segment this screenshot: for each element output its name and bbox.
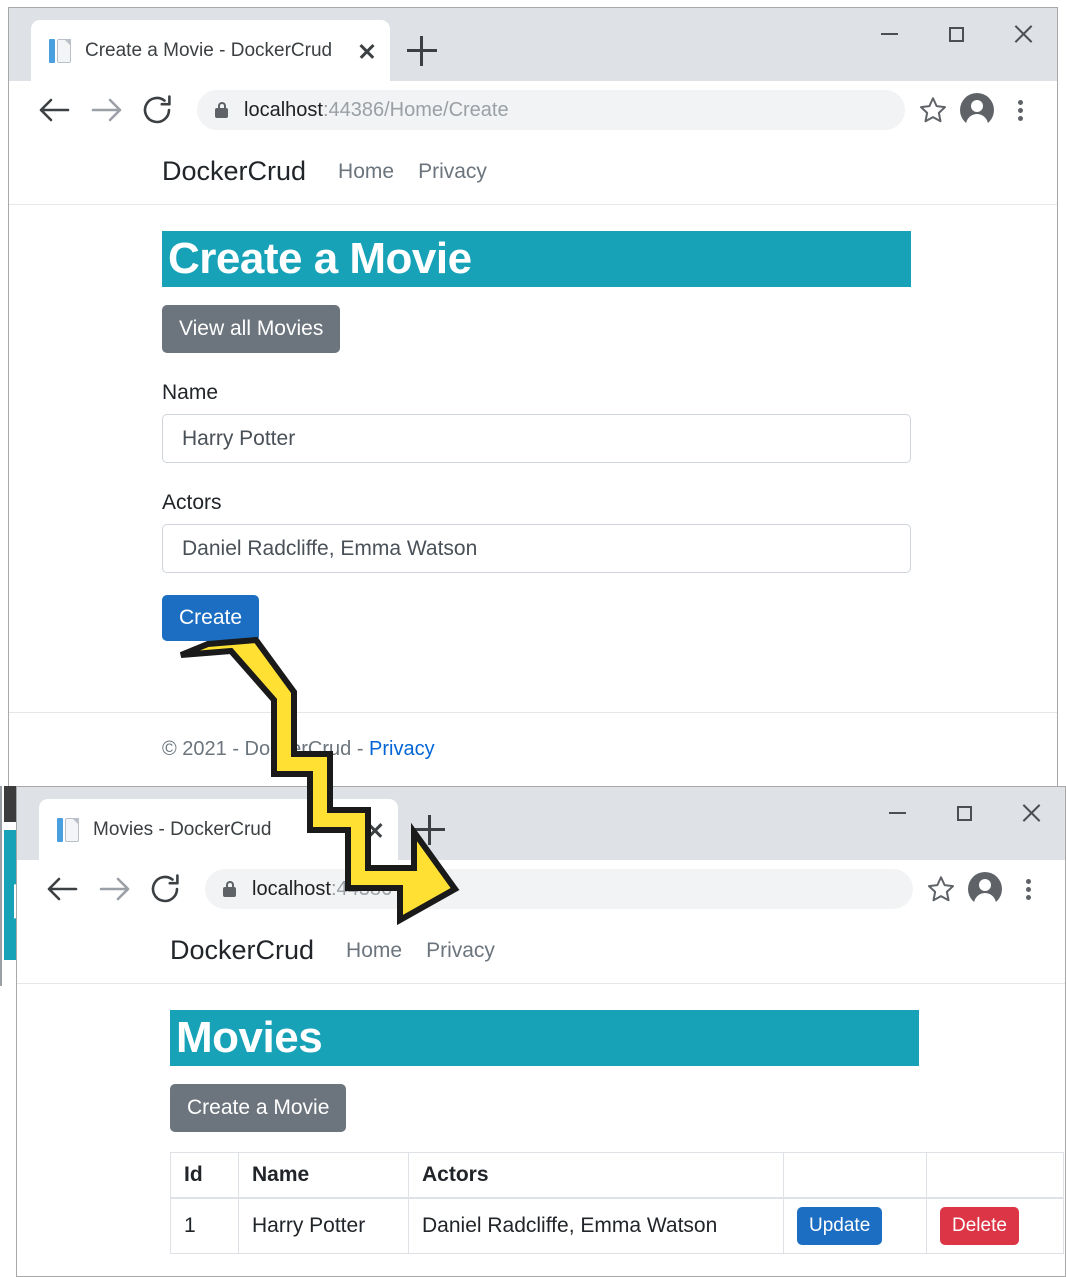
footer-copyright: © 2021 - DockerCrud - <box>162 738 370 760</box>
maximize-icon[interactable] <box>931 787 998 839</box>
avatar-icon[interactable] <box>955 88 999 132</box>
create-a-movie-button[interactable]: Create a Movie <box>170 1084 347 1132</box>
back-arrow-icon[interactable] <box>39 866 85 912</box>
name-input[interactable]: Harry Potter <box>162 414 911 463</box>
browser-window-movies: Movies - DockerCrud localhost:44386 Dock… <box>16 786 1066 1277</box>
update-button[interactable]: Update <box>797 1207 883 1245</box>
nav-link-privacy[interactable]: Privacy <box>418 160 487 184</box>
url-text: localhost:44386 <box>252 878 392 901</box>
url-host: localhost <box>244 98 323 121</box>
site-nav: DockerCrud Home Privacy <box>17 918 1065 984</box>
tab-title: Create a Movie - DockerCrud <box>85 39 333 61</box>
nav-link-home[interactable]: Home <box>338 160 394 184</box>
browser-tab-create[interactable]: Create a Movie - DockerCrud <box>31 20 390 81</box>
browser-window-create: Create a Movie - DockerCrud localhost:44… <box>8 7 1058 800</box>
movies-table: Id Name Actors 1 Harry Potter Daniel Rad… <box>170 1152 1064 1254</box>
column-header-id: Id <box>170 1152 239 1199</box>
plus-icon[interactable] <box>415 815 445 845</box>
cell-delete: Delete <box>926 1197 1064 1254</box>
actors-label: Actors <box>162 491 222 514</box>
browser-toolbar: localhost:44386/Home/Create <box>9 81 1057 139</box>
close-icon[interactable] <box>350 34 384 68</box>
brand-link[interactable]: DockerCrud <box>162 156 306 187</box>
window-controls <box>856 8 1057 60</box>
tab-title: Movies - DockerCrud <box>93 818 272 840</box>
maximize-icon[interactable] <box>923 8 990 60</box>
name-label: Name <box>162 381 219 404</box>
url-path: :44386/Home/Create <box>322 98 509 121</box>
site-nav: DockerCrud Home Privacy <box>9 139 1057 205</box>
plus-icon[interactable] <box>407 36 437 66</box>
minimize-icon[interactable] <box>864 787 931 839</box>
browser-toolbar: localhost:44386 <box>17 860 1065 918</box>
kebab-menu-icon[interactable] <box>1007 867 1051 911</box>
close-icon[interactable] <box>998 787 1065 839</box>
tab-strip: Create a Movie - DockerCrud <box>9 8 1057 81</box>
table-header-row: Id Name Actors <box>170 1152 1064 1199</box>
page-icon <box>49 38 71 64</box>
column-header-delete <box>926 1152 1064 1199</box>
cell-actors: Daniel Radcliffe, Emma Watson <box>408 1197 784 1254</box>
nav-link-home[interactable]: Home <box>346 939 402 963</box>
cell-id: 1 <box>170 1197 239 1254</box>
address-bar[interactable]: localhost:44386 <box>205 869 913 909</box>
url-host: localhost <box>252 877 331 900</box>
forward-arrow-icon[interactable] <box>91 866 137 912</box>
url-path: :44386 <box>330 877 393 900</box>
column-header-update <box>783 1152 927 1199</box>
create-button[interactable]: Create <box>162 595 260 641</box>
lock-icon <box>215 102 228 118</box>
star-icon[interactable] <box>919 867 963 911</box>
reload-icon[interactable] <box>143 866 189 912</box>
close-icon[interactable] <box>990 8 1057 60</box>
page-title: Movies <box>176 1013 323 1062</box>
page-movies: DockerCrud Home Privacy Movies Create a … <box>17 918 1065 1254</box>
address-bar[interactable]: localhost:44386/Home/Create <box>197 90 905 130</box>
delete-button[interactable]: Delete <box>940 1207 1019 1245</box>
footer-privacy-link[interactable]: Privacy <box>369 738 435 760</box>
actors-input[interactable]: Daniel Radcliffe, Emma Watson <box>162 524 911 573</box>
back-arrow-icon[interactable] <box>31 87 77 133</box>
reload-icon[interactable] <box>135 87 181 133</box>
url-text: localhost:44386/Home/Create <box>244 99 509 122</box>
close-icon[interactable] <box>358 813 392 847</box>
tab-strip: Movies - DockerCrud <box>17 787 1065 860</box>
star-icon[interactable] <box>911 88 955 132</box>
column-header-actors: Actors <box>408 1152 784 1199</box>
table-row: 1 Harry Potter Daniel Radcliffe, Emma Wa… <box>170 1197 1064 1254</box>
cell-update: Update <box>783 1197 927 1254</box>
page-header-banner: Create a Movie <box>162 231 911 287</box>
lock-icon <box>223 881 236 897</box>
page-icon <box>57 817 79 843</box>
page-title: Create a Movie <box>168 234 472 283</box>
minimize-icon[interactable] <box>856 8 923 60</box>
cell-name: Harry Potter <box>238 1197 409 1254</box>
brand-link[interactable]: DockerCrud <box>170 935 314 966</box>
page-header-banner: Movies <box>170 1010 919 1066</box>
avatar-icon[interactable] <box>963 867 1007 911</box>
view-all-movies-button[interactable]: View all Movies <box>162 305 341 353</box>
kebab-menu-icon[interactable] <box>999 88 1043 132</box>
content-container: Create a Movie View all Movies Name Harr… <box>9 231 1057 641</box>
content-container: Movies Create a Movie Id Name Actors 1 H… <box>17 1010 1065 1254</box>
forward-arrow-icon[interactable] <box>83 87 129 133</box>
column-header-name: Name <box>238 1152 409 1199</box>
page-create: DockerCrud Home Privacy Create a Movie V… <box>9 139 1057 761</box>
footer: © 2021 - DockerCrud - Privacy <box>9 713 1057 761</box>
nav-link-privacy[interactable]: Privacy <box>426 939 495 963</box>
window-controls <box>864 787 1065 839</box>
browser-tab-movies[interactable]: Movies - DockerCrud <box>39 799 398 860</box>
